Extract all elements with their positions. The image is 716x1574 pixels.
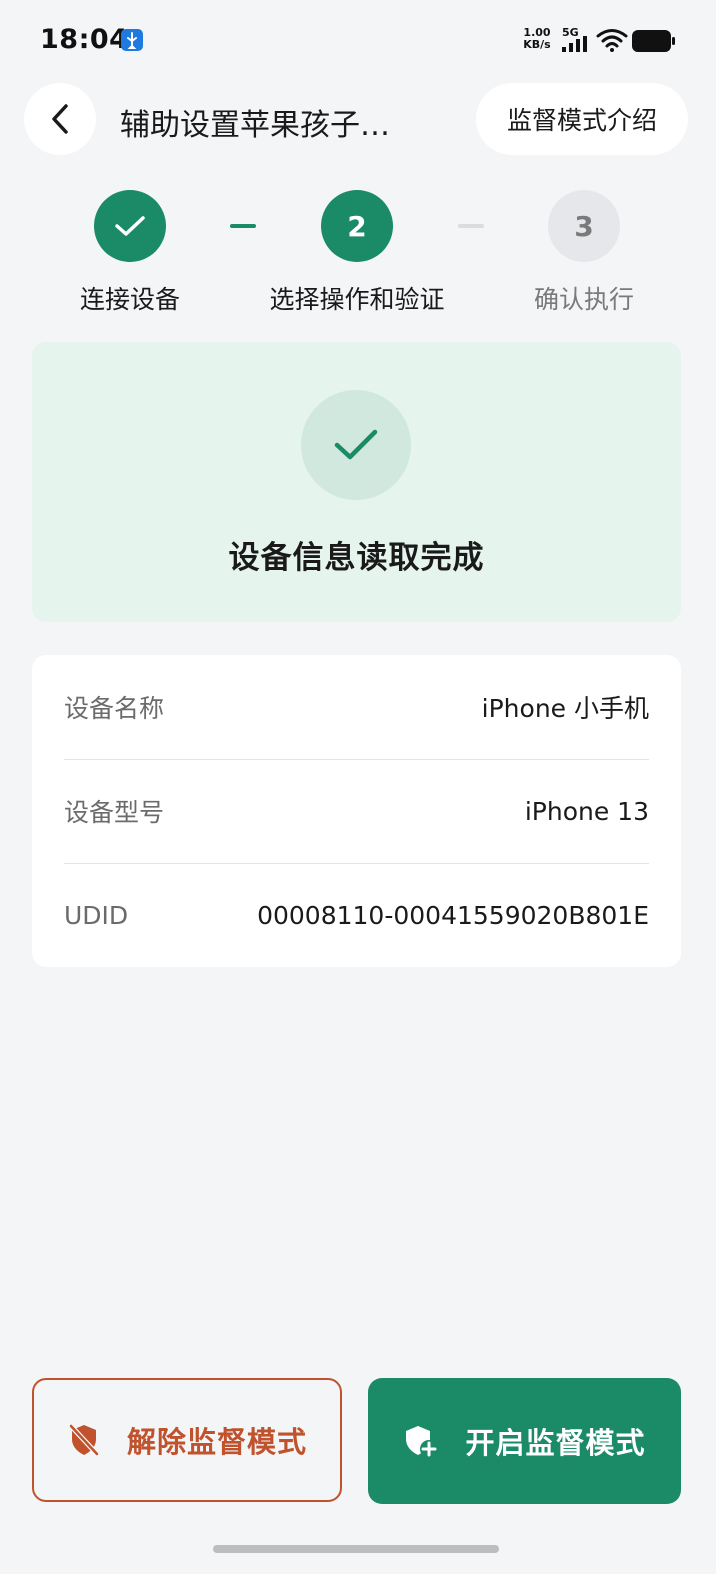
exit-supervision-label: 解除监督模式 xyxy=(126,1425,307,1459)
step-1-label: 连接设备 xyxy=(79,285,180,314)
network-speed-unit: KB/s xyxy=(523,38,551,51)
status-time: 18:04 xyxy=(40,24,129,55)
back-button[interactable] xyxy=(24,83,96,155)
device-info-card: 设备名称 iPhone 小手机 设备型号 iPhone 13 UDID 0000… xyxy=(32,655,681,967)
device-name-row: 设备名称 iPhone 小手机 xyxy=(64,655,649,760)
wifi-icon xyxy=(596,29,628,52)
success-check-badge xyxy=(301,390,411,500)
shield-off-icon xyxy=(68,1423,100,1457)
usb-debug-icon xyxy=(121,29,143,51)
signal-icon xyxy=(562,36,587,52)
enable-supervision-label: 开启监督模式 xyxy=(465,1426,646,1460)
device-model-value: iPhone 13 xyxy=(524,796,649,826)
success-message: 设备信息读取完成 xyxy=(228,540,485,576)
home-indicator[interactable] xyxy=(213,1545,499,1553)
step-2-label: 选择操作和验证 xyxy=(269,285,445,314)
device-name-label: 设备名称 xyxy=(64,694,165,723)
step-1-circle xyxy=(94,190,166,262)
supervision-intro-button[interactable]: 监督模式介绍 xyxy=(476,83,688,155)
check-icon xyxy=(334,429,378,460)
udid-value: 00008110-00041559020B801E xyxy=(257,900,649,930)
status-bar: 18:04 1.00 KB/s 5G xyxy=(0,0,716,80)
check-icon xyxy=(115,216,145,236)
step-connector-2 xyxy=(458,224,484,228)
device-name-value: iPhone 小手机 xyxy=(481,694,649,723)
step-3-circle: 3 xyxy=(548,190,620,262)
step-connector-1 xyxy=(230,224,256,228)
udid-label: UDID xyxy=(64,900,129,930)
battery-icon xyxy=(632,30,675,52)
device-udid-row: UDID 00008110-00041559020B801E xyxy=(64,863,649,967)
network-speed: 1.00 KB/s xyxy=(521,27,553,51)
page-title: 辅助设置苹果孩子… xyxy=(120,108,390,143)
enable-supervision-button[interactable]: 开启监督模式 xyxy=(368,1378,681,1504)
shield-plus-icon xyxy=(406,1426,439,1458)
step-3-label: 确认执行 xyxy=(533,285,634,314)
exit-supervision-button[interactable]: 解除监督模式 xyxy=(32,1378,342,1502)
device-model-row: 设备型号 iPhone 13 xyxy=(64,759,649,864)
step-2-circle: 2 xyxy=(321,190,393,262)
device-model-label: 设备型号 xyxy=(64,798,165,827)
chevron-left-icon xyxy=(52,104,68,134)
success-card: 设备信息读取完成 xyxy=(32,342,681,622)
